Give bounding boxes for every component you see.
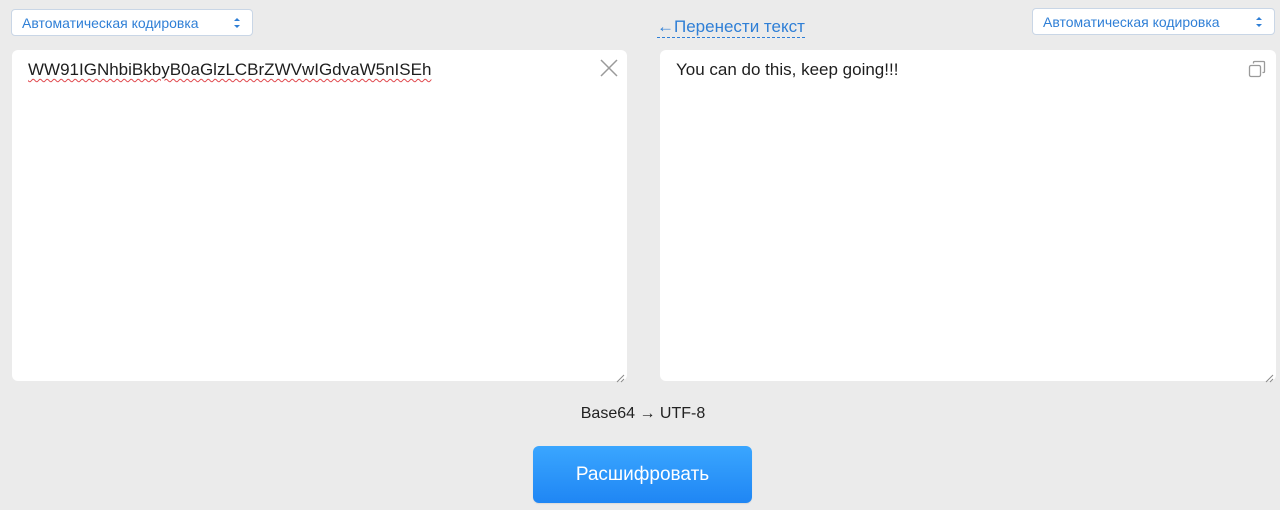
close-icon[interactable] xyxy=(599,58,619,78)
decode-button[interactable]: Расшифровать xyxy=(533,446,752,503)
input-textarea[interactable]: WW91IGNhbiBkbyB0aGlzLCBrZWVwIGdvaW5nISEh xyxy=(12,50,627,383)
conversion-direction: Base64 → UTF-8 xyxy=(580,405,706,422)
resize-handle-icon[interactable] xyxy=(1265,370,1274,383)
target-encoding-label: Автоматическая кодировка xyxy=(1043,13,1220,30)
output-text: You can do this, keep going!!! xyxy=(676,60,899,79)
select-arrows-icon xyxy=(232,15,242,31)
output-textarea[interactable]: You can do this, keep going!!! xyxy=(660,50,1276,383)
source-encoding-label: Автоматическая кодировка xyxy=(22,14,199,31)
copy-icon[interactable] xyxy=(1248,60,1266,78)
resize-handle-icon[interactable] xyxy=(616,370,625,383)
input-text: WW91IGNhbiBkbyB0aGlzLCBrZWVwIGdvaW5nISEh xyxy=(28,60,432,79)
target-encoding-select[interactable]: Автоматическая кодировка xyxy=(1032,8,1275,35)
decoder-page: Автоматическая кодировка ←Перенести текс… xyxy=(0,0,1280,510)
source-encoding-select[interactable]: Автоматическая кодировка xyxy=(11,9,253,36)
select-arrows-icon xyxy=(1254,14,1264,30)
swap-text-link[interactable]: ←Перенести текст xyxy=(657,17,805,38)
